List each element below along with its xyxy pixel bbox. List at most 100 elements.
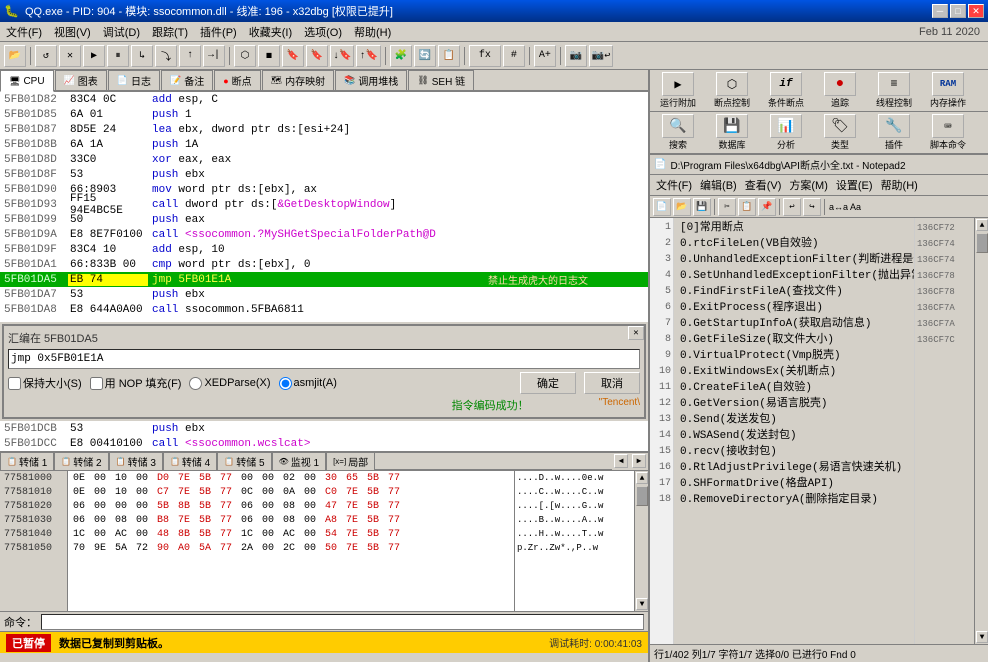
np-menu-help[interactable]: 帮助(H)	[877, 176, 922, 194]
asm-confirm-button[interactable]: 确定	[520, 372, 576, 394]
pause-button[interactable]: ⏸	[107, 45, 129, 67]
step-into-button[interactable]: ↳	[131, 45, 153, 67]
tb-btn-4[interactable]: ◼	[258, 45, 280, 67]
disasm-row[interactable]: 5FB01DCB 53 push ebx	[0, 421, 648, 436]
notepad-scrollbar[interactable]: ▲ ▼	[974, 218, 988, 644]
np-undo-btn[interactable]: ↩	[783, 198, 801, 216]
keep-size-checkbox[interactable]: 保持大小(S)	[8, 375, 82, 391]
disasm-row[interactable]: 5FB01D8B 6A 1A push 1A	[0, 137, 648, 152]
np-scroll-up[interactable]: ▲	[976, 219, 988, 231]
open-button[interactable]: 📂	[4, 45, 26, 67]
disasm-row[interactable]: 5FB01D8F 53 push ebx	[0, 167, 648, 182]
hex-scrollbar[interactable]: ▲ ▼	[634, 471, 648, 611]
tab-cpu[interactable]: 🖥 CPU	[0, 70, 54, 92]
np-save-btn[interactable]: 💾	[693, 198, 711, 216]
close-button[interactable]: ✕	[968, 4, 984, 18]
disasm-row[interactable]: 5FB01D8D 33C0 xor eax, eax	[0, 152, 648, 167]
tb-btn-3[interactable]: ⬡	[234, 45, 256, 67]
np-menu-view[interactable]: 查看(V)	[741, 176, 786, 194]
np-cut-btn[interactable]: ✂	[718, 198, 736, 216]
scroll-up-btn[interactable]: ▲	[636, 472, 648, 484]
btn-database[interactable]: 💾 数据库	[706, 114, 758, 151]
tab-seh[interactable]: ⛓ SEH 链	[408, 70, 474, 90]
tb-btn-8[interactable]: ↑🔖	[356, 45, 380, 67]
np-line[interactable]: 0.UnhandledExceptionFilter(判断进程是否附加	[678, 252, 910, 268]
tab-log[interactable]: 📄 日志	[108, 70, 160, 90]
disasm-row[interactable]: 5FB01DA8 E8 644A0A00 call ssocommon.5FBA…	[0, 302, 648, 317]
cmd-input[interactable]	[41, 614, 644, 630]
np-menu-edit[interactable]: 编辑(B)	[696, 176, 741, 194]
reg-tab-dump3[interactable]: 📋 转储 3	[109, 452, 163, 470]
reg-tab-dump5[interactable]: 📋 转储 5	[217, 452, 271, 470]
reg-tab-dump4[interactable]: 📋 转储 4	[163, 452, 217, 470]
disasm-row[interactable]: 5FB01D82 83C4 0C add esp, C	[0, 92, 648, 107]
np-line[interactable]: 0.FindFirstFileA(查找文件)	[678, 284, 910, 300]
menu-options[interactable]: 选项(O)	[298, 22, 348, 42]
hash-button[interactable]: #	[503, 45, 525, 67]
np-copy-btn[interactable]: 📋	[738, 198, 756, 216]
disasm-row[interactable]: 5FB01DA7 53 push ebx	[0, 287, 648, 302]
np-line[interactable]: 0.ExitWindowsEx(关机断点)	[678, 364, 910, 380]
tb-btn-13[interactable]: 📷↩	[589, 45, 613, 67]
nop-fill-checkbox[interactable]: 用 NOP 填充(F)	[90, 375, 182, 391]
tab-breakpoints[interactable]: ● 断点	[214, 70, 260, 90]
disasm-row[interactable]: 5FB01D9A E8 8E7F0100 call <ssocommon.?My…	[0, 227, 648, 242]
restart-button[interactable]: ↺	[35, 45, 57, 67]
menu-favorites[interactable]: 收藏夹(I)	[243, 22, 298, 42]
np-line[interactable]: 0.RtlAdjustPrivilege(易语言快速关机)	[678, 460, 910, 476]
run-to-cursor[interactable]: →|	[203, 45, 225, 67]
formula-button[interactable]: fx	[469, 45, 501, 67]
disasm-row[interactable]: 5FB01DCC E8 00410100 call <ssocommon.wcs…	[0, 436, 648, 451]
tab-graph[interactable]: 📈 图表	[55, 70, 107, 90]
font-button[interactable]: A+	[534, 45, 556, 67]
step-out-button[interactable]: ↑	[179, 45, 201, 67]
disasm-row[interactable]: 5FB01DA1 66:833B 00 cmp word ptr ds:[ebx…	[0, 257, 648, 272]
tab-memmap[interactable]: 🗺 内存映射	[262, 70, 334, 90]
run-button[interactable]: ▶	[83, 45, 105, 67]
np-menu-file[interactable]: 文件(F)	[652, 176, 696, 194]
np-line[interactable]: 0.SHFormatDrive(格盘API)	[678, 476, 910, 492]
tab-notes[interactable]: 📝 备注	[161, 70, 213, 90]
np-scroll-thumb[interactable]	[976, 233, 988, 253]
tb-btn-12[interactable]: 📷	[565, 45, 587, 67]
tab-callstack[interactable]: 📚 调用堆栈	[335, 70, 407, 90]
np-line[interactable]: 0.RemoveDirectoryA(删除指定目录)	[678, 492, 910, 508]
np-line[interactable]: 0.recv(接收封包)	[678, 444, 910, 460]
btn-mem-op[interactable]: RAM 内存操作	[922, 72, 974, 109]
scroll-right-btn[interactable]: ▶	[632, 454, 646, 468]
np-line[interactable]: [0]常用断点	[678, 220, 910, 236]
menu-plugin[interactable]: 插件(P)	[194, 22, 243, 42]
btn-search[interactable]: 🔍 搜索	[652, 114, 704, 151]
maximize-button[interactable]: □	[950, 4, 966, 18]
np-menu-settings[interactable]: 设置(E)	[832, 176, 877, 194]
btn-script[interactable]: ⌨ 脚本命令	[922, 114, 974, 151]
dialog-close[interactable]: ✕	[628, 326, 644, 340]
disasm-row[interactable]: 5FB01D93 FF15 94E4BC5E call dword ptr ds…	[0, 197, 648, 212]
menu-help[interactable]: 帮助(H)	[348, 22, 397, 42]
btn-cond-breakpoint[interactable]: if 条件断点	[760, 72, 812, 109]
tb-btn-6[interactable]: 🔖	[306, 45, 328, 67]
btn-thread-ctrl[interactable]: ≡ 线程控制	[868, 72, 920, 109]
menu-trace[interactable]: 跟踪(T)	[146, 22, 194, 42]
btn-type[interactable]: 🏷 类型	[814, 114, 866, 151]
np-line[interactable]: 0.VirtualProtect(Vmp脱壳)	[678, 348, 910, 364]
disasm-row[interactable]: 5FB01D9F 83C4 10 add esp, 10	[0, 242, 648, 257]
xedparse-radio[interactable]: XEDParse(X)	[189, 377, 270, 390]
btn-trace[interactable]: ● 追踪	[814, 72, 866, 109]
btn-analyze[interactable]: 📊 分析	[760, 114, 812, 151]
tb-btn-9[interactable]: 🧩	[390, 45, 412, 67]
np-line[interactable]: 0.GetStartupInfoA(获取启动信息)	[678, 316, 910, 332]
tb-btn-7[interactable]: ↓🔖	[330, 45, 354, 67]
btn-run-attach[interactable]: ▶ 运行附加	[652, 72, 704, 109]
np-paste-btn[interactable]: 📌	[758, 198, 776, 216]
np-new-btn[interactable]: 📄	[653, 198, 671, 216]
scroll-down-btn[interactable]: ▼	[636, 598, 648, 610]
close-proc-button[interactable]: ✕	[59, 45, 81, 67]
np-line[interactable]: 0.ExitProcess(程序退出)	[678, 300, 910, 316]
np-open-btn[interactable]: 📂	[673, 198, 691, 216]
reg-tab-dump2[interactable]: 📋 转储 2	[54, 452, 108, 470]
window-controls[interactable]: ─ □ ✕	[932, 4, 984, 18]
reg-tab-watch1[interactable]: 👁 监视 1	[272, 452, 327, 470]
asm-input[interactable]	[8, 349, 640, 369]
np-line[interactable]: 0.SetUnhandledExceptionFilter(抛出异常来判	[678, 268, 910, 284]
